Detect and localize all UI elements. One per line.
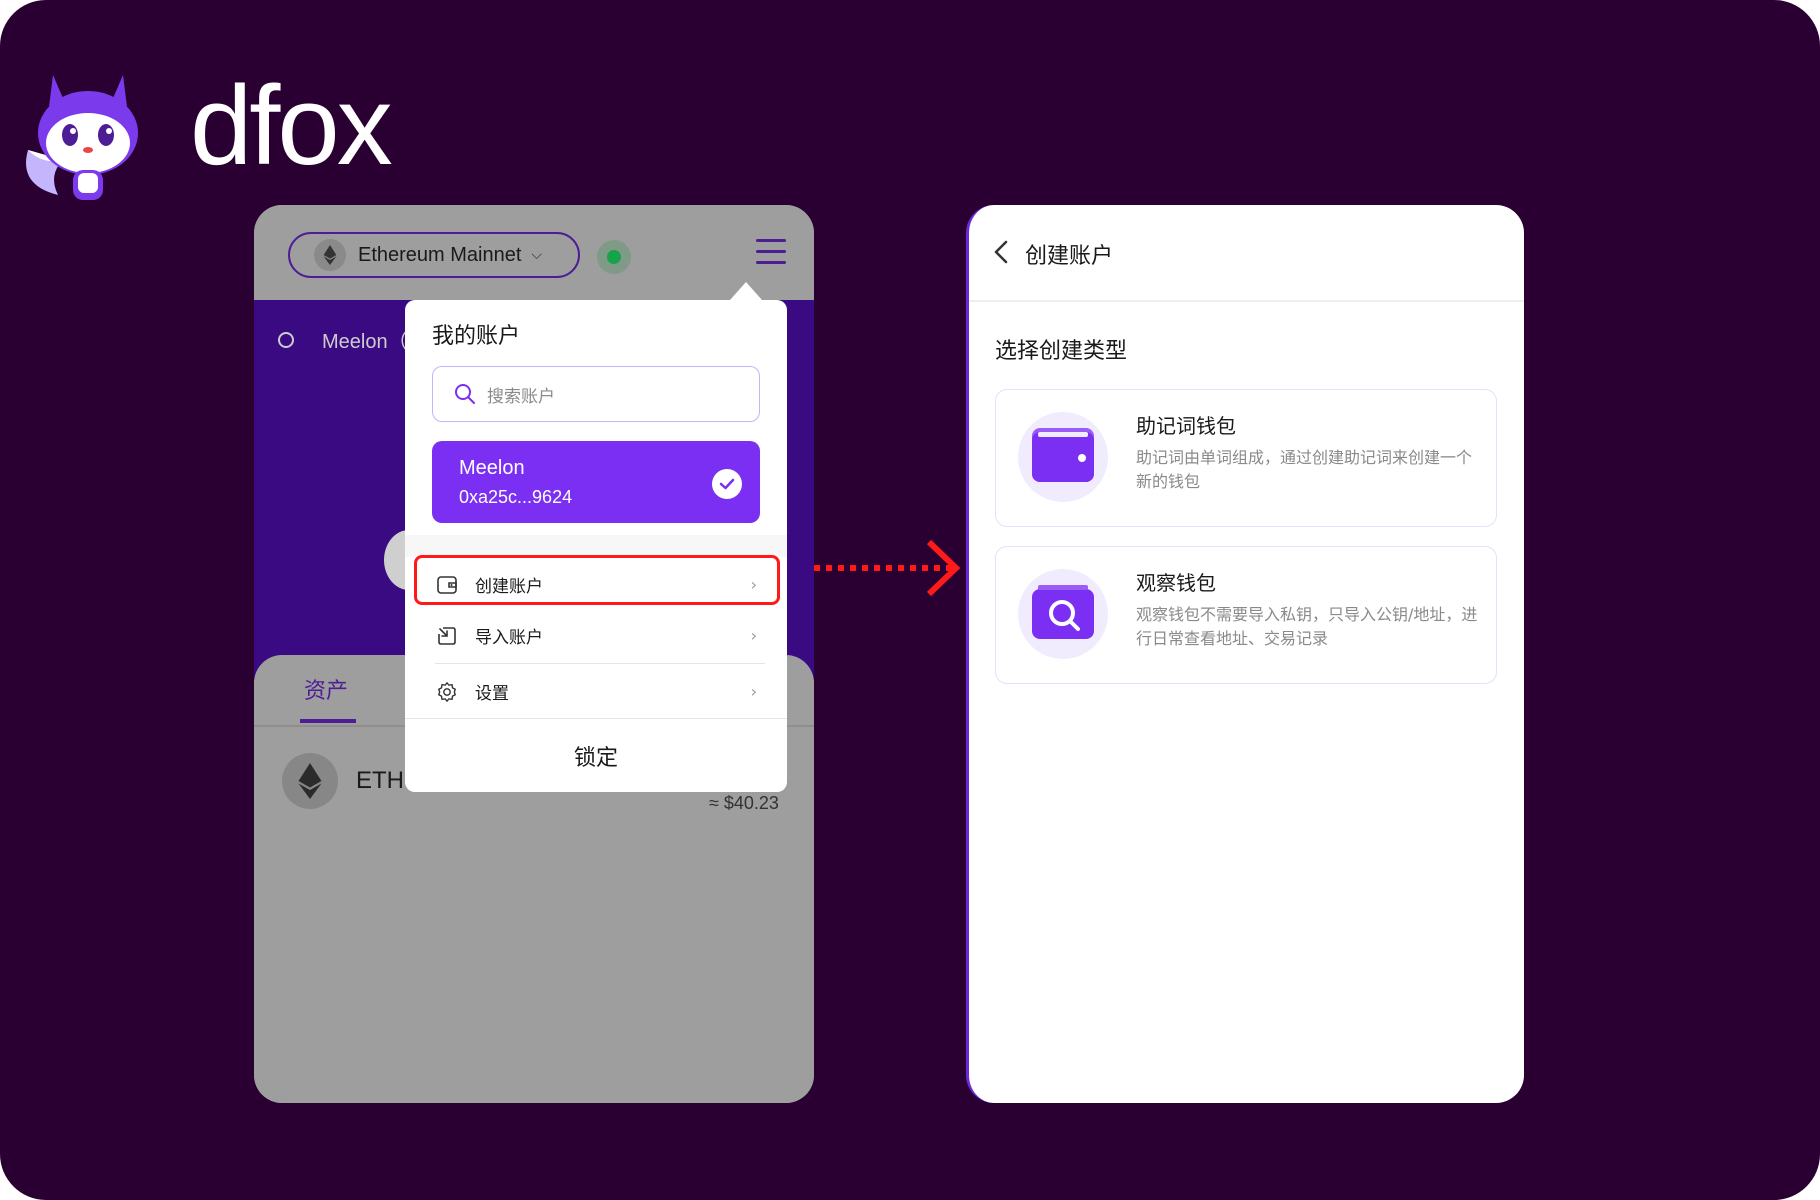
menu-item-label: 导入账户 <box>475 628 543 648</box>
search-placeholder: 搜索账户 <box>487 386 555 407</box>
menu-item-label: 设置 <box>475 684 509 704</box>
search-input[interactable]: 搜索账户 <box>432 366 760 422</box>
dropdown-caret <box>730 282 762 300</box>
menu-separator <box>405 535 787 557</box>
status-dot-icon <box>607 250 621 264</box>
network-selector[interactable]: Ethereum Mainnet ⌵ <box>288 232 580 278</box>
create-account-screen: 创建账户 选择创建类型 助记词钱包 助记词由单词组成，通过创建助记词来创建一个新… <box>966 205 1524 1103</box>
chevron-right-icon: › <box>750 682 757 701</box>
menu-item-import-account[interactable]: 导入账户 › <box>405 608 787 663</box>
search-wallet-icon <box>1032 585 1094 639</box>
account-name: Meelon <box>459 457 525 479</box>
option-title: 观察钱包 <box>1136 571 1216 595</box>
tab-assets[interactable]: 资产 <box>304 673 348 705</box>
highlight-outline <box>414 555 780 605</box>
account-address: 0xa25c...9624 <box>459 487 573 507</box>
checkmark-icon <box>712 469 742 499</box>
eth-token-icon <box>282 753 338 809</box>
network-label: Ethereum Mainnet <box>358 243 522 266</box>
account-name-partial: Meelon（ <box>322 331 408 353</box>
gear-icon <box>435 680 459 704</box>
wallet-icon <box>1032 428 1094 482</box>
token-fiat-value: ≈ $40.23 <box>709 793 779 813</box>
watch-wallet-option[interactable]: 观察钱包 观察钱包不需要导入私钥，只导入公钥/地址，进行日常查看地址、交易记录 <box>995 546 1497 684</box>
brand-logo <box>18 50 158 210</box>
ethereum-icon <box>314 239 346 271</box>
lock-button[interactable]: 锁定 <box>405 720 787 792</box>
account-selector[interactable]: Meelon（ <box>278 325 408 354</box>
flow-arrow-icon <box>814 539 961 597</box>
menu-item-settings[interactable]: 设置 › <box>405 664 787 719</box>
screen-header: 创建账户 <box>969 205 1524 302</box>
chevron-down-icon: ⌵ <box>531 247 543 263</box>
hamburger-menu-icon[interactable] <box>756 239 786 265</box>
chevron-right-icon: › <box>750 626 757 645</box>
selected-account-card[interactable]: Meelon 0xa25c...9624 <box>432 441 760 523</box>
tab-active-indicator <box>300 719 356 723</box>
connection-status <box>597 240 631 274</box>
mnemonic-wallet-option[interactable]: 助记词钱包 助记词由单词组成，通过创建助记词来创建一个新的钱包 <box>995 389 1497 527</box>
search-icon <box>455 384 475 404</box>
option-description: 助记词由单词组成，通过创建助记词来创建一个新的钱包 <box>1136 448 1473 491</box>
option-description: 观察钱包不需要导入私钥，只导入公钥/地址，进行日常查看地址、交易记录 <box>1136 605 1478 648</box>
brand-name: dfox <box>190 63 393 188</box>
back-arrow-icon[interactable] <box>993 239 1009 265</box>
option-title: 助记词钱包 <box>1136 414 1236 438</box>
promo-canvas: dfox Ethereum Mainnet ⌵ Meelon（ 资产 ETH ≈… <box>0 0 1820 1200</box>
token-symbol[interactable]: ETH <box>356 767 404 795</box>
account-ring-icon <box>278 331 294 348</box>
import-icon <box>435 624 459 648</box>
lock-divider <box>405 718 787 719</box>
dropdown-title: 我的账户 <box>432 324 521 349</box>
page-title: 创建账户 <box>1025 244 1114 269</box>
account-dropdown: 我的账户 搜索账户 Meelon 0xa25c...9624 创建账户 › 导入… <box>405 300 787 792</box>
section-heading: 选择创建类型 <box>995 339 1128 364</box>
fox-mascot-icon <box>26 75 138 200</box>
